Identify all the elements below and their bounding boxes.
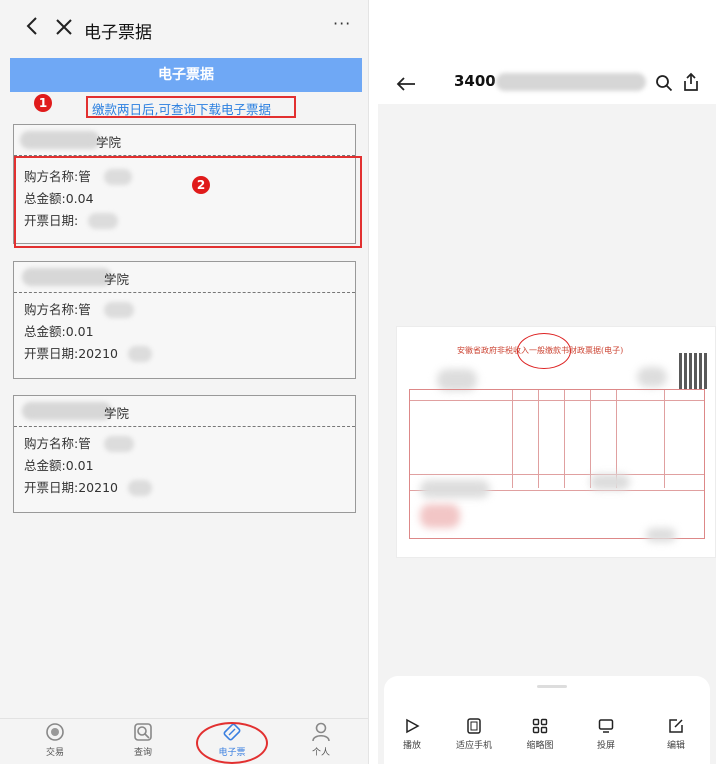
redacted-school-name — [22, 402, 112, 420]
file-name: 3400 — [454, 72, 496, 90]
nav-item-search[interactable]: 查询 — [118, 721, 168, 758]
nav-label: 个人 — [311, 748, 330, 758]
play-icon — [406, 718, 420, 734]
close-icon[interactable] — [54, 17, 74, 37]
share-icon[interactable] — [682, 72, 700, 92]
nav-item-transaction[interactable]: 交易 — [30, 721, 80, 758]
table-line — [410, 400, 704, 401]
redacted-region — [420, 504, 460, 528]
redacted-region — [420, 480, 490, 498]
total-amount: 总金额:0.01 — [24, 458, 94, 473]
back-arrow-icon[interactable] — [396, 76, 416, 92]
school-name: 学院 — [104, 272, 130, 287]
notice-text: 缴款两日后,可查询下载电子票据 — [92, 102, 271, 117]
thumbnail-button[interactable]: 缩略图 — [510, 718, 570, 751]
receipt-document-preview[interactable]: 安徽省政府非税收入一般缴款书财政票据(电子) — [396, 326, 716, 558]
transaction-icon — [46, 723, 64, 741]
toolbar-label: 适应手机 — [455, 741, 492, 751]
fit-screen-button[interactable]: 适应手机 — [444, 718, 504, 751]
play-button[interactable]: 播放 — [382, 718, 442, 751]
bottom-navigation: 交易 查询 电子票 个人 — [0, 718, 368, 764]
nav-label: 交易 — [45, 748, 64, 758]
toolbar-label: 编辑 — [666, 741, 685, 751]
search-icon[interactable] — [655, 74, 673, 92]
table-line — [590, 390, 591, 488]
qr-code — [679, 353, 709, 389]
card-header: 学院 — [14, 262, 355, 293]
mobile-app-panel: 电子票据 ··· 电子票据 1 缴款两日后,可查询下载电子票据 学院 购方名称:… — [0, 0, 369, 764]
redacted-region — [590, 474, 630, 490]
table-line — [538, 390, 539, 488]
total-amount: 总金额:0.01 — [24, 324, 94, 339]
nav-label: 查询 — [133, 748, 152, 758]
toolbar-label: 播放 — [402, 741, 421, 751]
cast-icon — [598, 719, 614, 733]
redacted-buyer — [104, 302, 134, 318]
nav-item-profile[interactable]: 个人 — [296, 721, 346, 758]
table-line — [564, 390, 565, 488]
viewer-top-bar: 3400 — [378, 0, 716, 104]
table-line — [512, 390, 513, 488]
school-name: 学院 — [96, 135, 122, 150]
document-viewer-panel: 3400 安徽省政府非税收入一般缴款书财政票据(电子) 播放 适应手机 缩略图 … — [378, 0, 716, 764]
redacted-region — [637, 367, 667, 387]
toolbar-label: 缩略图 — [526, 741, 554, 751]
more-menu-button[interactable]: ··· — [333, 14, 351, 33]
receipt-table — [409, 389, 705, 542]
redacted-date — [128, 480, 152, 496]
top-bar: 电子票据 ··· — [0, 0, 368, 56]
redacted-school-name — [20, 131, 100, 149]
thumbnail-icon — [532, 718, 548, 734]
redacted-region — [437, 369, 477, 391]
back-icon[interactable] — [22, 15, 44, 37]
buyer-name: 购方名称:管 — [24, 433, 355, 455]
search-icon — [134, 723, 152, 741]
redacted-file-name — [496, 73, 646, 91]
redacted-date — [128, 346, 152, 362]
receipt-card[interactable]: 学院 购方名称:管 总金额:0.01 开票日期:20210 — [13, 395, 356, 513]
document-title: 安徽省政府非税收入一般缴款书财政票据(电子) — [457, 346, 624, 355]
buyer-name: 购方名称:管 — [24, 299, 355, 321]
redacted-region — [646, 528, 676, 542]
issue-date: 开票日期:20210 — [24, 477, 355, 499]
receipt-card[interactable]: 学院 购方名称:管 总金额:0.01 开票日期:20210 — [13, 261, 356, 379]
card-highlight-box — [14, 156, 362, 248]
drag-handle[interactable] — [537, 685, 567, 688]
page-header: 电子票据 — [10, 58, 362, 92]
fit-screen-icon — [467, 718, 481, 734]
annotation-marker-1: 1 — [34, 94, 52, 112]
redacted-school-name — [22, 268, 112, 286]
table-line — [410, 474, 704, 475]
toolbar-label: 投屏 — [596, 741, 615, 751]
annotation-marker-2: 2 — [192, 176, 210, 194]
redacted-buyer — [104, 436, 134, 452]
viewer-toolbar: 播放 适应手机 缩略图 投屏 编辑 — [384, 676, 710, 764]
card-header: 学院 — [14, 396, 355, 427]
school-name: 学院 — [104, 406, 130, 421]
issue-date: 开票日期:20210 — [24, 343, 355, 365]
table-line — [664, 390, 665, 488]
person-icon — [312, 722, 330, 742]
edit-icon — [669, 719, 683, 733]
window-title: 电子票据 — [84, 23, 152, 43]
cast-button[interactable]: 投屏 — [576, 718, 636, 751]
edit-button[interactable]: 编辑 — [646, 718, 706, 751]
card-header: 学院 — [14, 125, 355, 156]
nav-highlight-circle — [196, 722, 268, 764]
